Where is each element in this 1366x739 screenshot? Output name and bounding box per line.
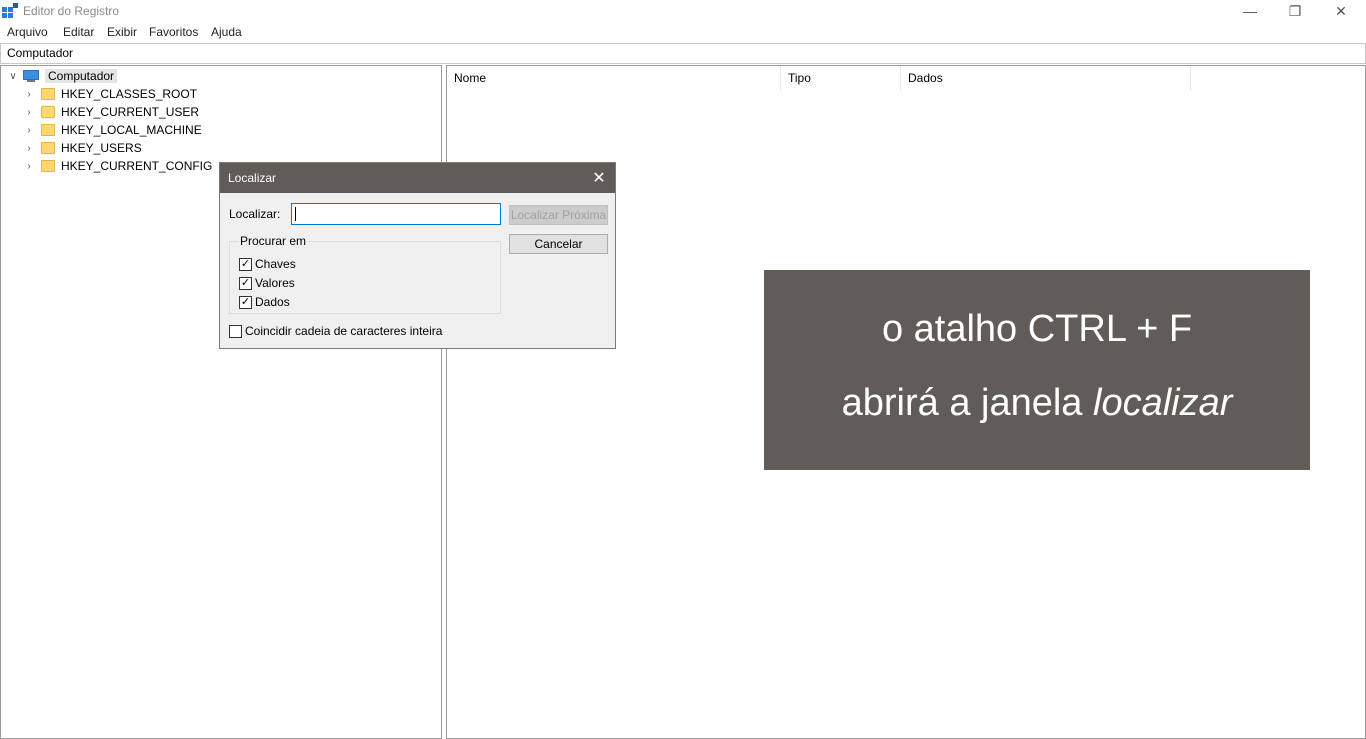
folder-icon	[41, 142, 55, 154]
tree-item-label: HKEY_LOCAL_MACHINE	[61, 123, 202, 137]
find-dialog: Localizar ✕ Localizar: Localizar Próxima…	[219, 162, 616, 349]
find-input[interactable]	[291, 203, 501, 225]
menu-arquivo[interactable]: Arquivo	[7, 25, 48, 39]
folder-icon	[41, 88, 55, 100]
dialog-close-icon[interactable]: ✕	[589, 168, 609, 188]
chevron-right-icon[interactable]: ›	[23, 106, 35, 118]
menu-bar: Arquivo Editar Exibir Favoritos Ajuda	[0, 23, 1366, 42]
tree-item-hkey-current-user[interactable]: › HKEY_CURRENT_USER	[23, 103, 199, 121]
option-chaves[interactable]: ✓ Chaves	[239, 257, 296, 271]
computer-icon	[23, 70, 39, 82]
chevron-right-icon[interactable]: ›	[23, 160, 35, 172]
tree-item-label: HKEY_USERS	[61, 141, 142, 155]
option-valores[interactable]: ✓ Valores	[239, 276, 295, 290]
search-in-group: Procurar em ✓ Chaves ✓ Valores ✓ Dados	[229, 234, 501, 314]
chevron-right-icon[interactable]: ›	[23, 88, 35, 100]
folder-icon	[41, 160, 55, 172]
column-header-dados[interactable]: Dados	[901, 66, 1191, 90]
search-in-group-title: Procurar em	[238, 234, 309, 248]
folder-icon	[41, 124, 55, 136]
tip-line-2-emphasis: localizar	[1093, 382, 1233, 424]
menu-editar[interactable]: Editar	[63, 25, 94, 39]
option-dados[interactable]: ✓ Dados	[239, 295, 290, 309]
tip-banner: o atalho CTRL + F abrirá a janela locali…	[764, 270, 1310, 470]
option-label: Dados	[255, 295, 290, 309]
option-label: Chaves	[255, 257, 296, 271]
menu-ajuda[interactable]: Ajuda	[211, 25, 242, 39]
minimize-icon: —	[1243, 3, 1257, 19]
checkbox-checked-icon[interactable]: ✓	[239, 276, 252, 290]
minimize-button[interactable]: —	[1227, 0, 1273, 22]
tree-item-hkey-current-config[interactable]: › HKEY_CURRENT_CONFIG	[23, 157, 212, 175]
tree-root-label: Computador	[45, 69, 118, 83]
chevron-right-icon[interactable]: ›	[23, 142, 35, 154]
column-header-nome[interactable]: Nome	[447, 66, 781, 90]
text-caret	[295, 207, 296, 221]
restore-button[interactable]: ❐	[1272, 0, 1318, 22]
option-match-whole[interactable]: Coincidir cadeia de caracteres inteira	[229, 324, 442, 338]
chevron-down-icon[interactable]: ∨	[7, 70, 19, 82]
tip-line-1: o atalho CTRL + F	[881, 308, 1193, 350]
tip-line-2-text: abrirá a janela	[841, 382, 1093, 424]
tree-item-label: HKEY_CURRENT_USER	[61, 105, 200, 119]
registry-editor-icon	[2, 3, 18, 18]
find-next-button[interactable]: Localizar Próxima	[509, 205, 608, 225]
close-window-button[interactable]: ✕	[1318, 0, 1364, 22]
chevron-right-icon[interactable]: ›	[23, 124, 35, 136]
title-bar: Editor do Registro — ❐ ✕	[0, 0, 1366, 22]
restore-icon: ❐	[1288, 2, 1302, 19]
address-bar[interactable]: Computador	[0, 43, 1366, 64]
column-header-tipo[interactable]: Tipo	[781, 66, 901, 90]
option-label: Valores	[255, 276, 295, 290]
tree-item-label: HKEY_CURRENT_CONFIG	[61, 159, 213, 173]
option-label: Coincidir cadeia de caracteres inteira	[245, 324, 443, 338]
checkbox-checked-icon[interactable]: ✓	[239, 295, 252, 309]
checkbox-unchecked-icon[interactable]	[229, 324, 242, 338]
tree-item-hkey-users[interactable]: › HKEY_USERS	[23, 139, 142, 157]
window-title: Editor do Registro	[23, 4, 120, 18]
tree-root[interactable]: ∨ Computador	[7, 67, 118, 85]
find-label: Localizar:	[229, 207, 281, 221]
tree-item-hkey-classes-root[interactable]: › HKEY_CLASSES_ROOT	[23, 85, 197, 103]
cancel-button[interactable]: Cancelar	[509, 234, 608, 254]
checkbox-checked-icon[interactable]: ✓	[239, 257, 252, 271]
tip-line-2: abrirá a janela localizar	[764, 382, 1310, 425]
folder-icon	[41, 106, 55, 118]
tree-item-hkey-local-machine[interactable]: › HKEY_LOCAL_MACHINE	[23, 121, 202, 139]
menu-favoritos[interactable]: Favoritos	[149, 25, 198, 39]
dialog-title-bar[interactable]: Localizar ✕	[220, 163, 615, 193]
tree-item-label: HKEY_CLASSES_ROOT	[61, 87, 198, 101]
dialog-title: Localizar	[228, 171, 277, 185]
address-text: Computador	[7, 46, 74, 60]
close-icon: ✕	[1335, 2, 1347, 19]
menu-exibir[interactable]: Exibir	[107, 25, 137, 39]
